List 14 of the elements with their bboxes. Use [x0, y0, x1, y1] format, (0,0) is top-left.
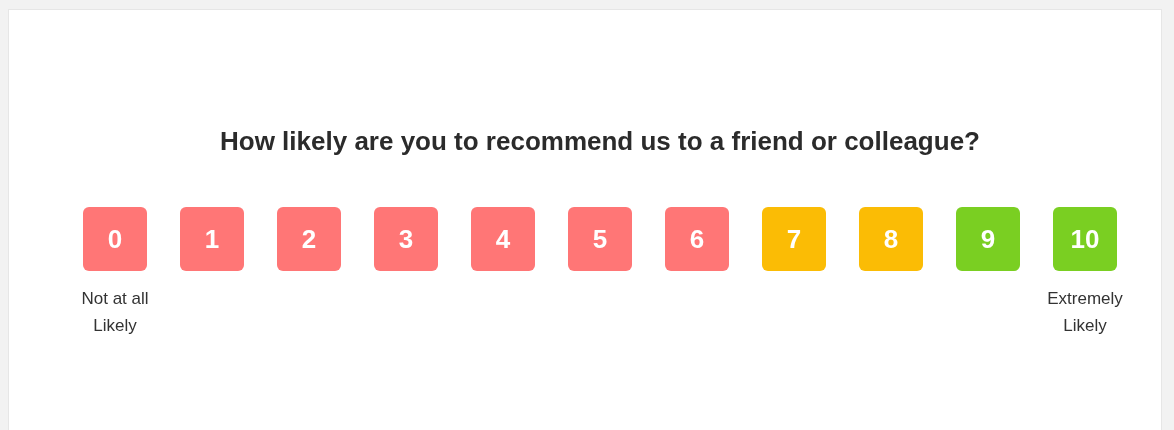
score-button[interactable]: 10	[1053, 207, 1117, 271]
score-button[interactable]: 8	[859, 207, 923, 271]
survey-question: How likely are you to recommend us to a friend or colleague?	[220, 125, 980, 158]
score-button[interactable]: 2	[277, 207, 341, 271]
score-button[interactable]: 5	[568, 207, 632, 271]
score-button[interactable]: 7	[762, 207, 826, 271]
score-button[interactable]: 6	[665, 207, 729, 271]
scale-caption: Extremely Likely	[1046, 288, 1124, 337]
score-button[interactable]: 1	[180, 207, 244, 271]
score-button[interactable]: 9	[956, 207, 1020, 271]
scale-caption: Not at all Likely	[80, 288, 150, 337]
score-button[interactable]: 0	[83, 207, 147, 271]
score-button[interactable]: 4	[471, 207, 535, 271]
score-button[interactable]: 3	[374, 207, 438, 271]
